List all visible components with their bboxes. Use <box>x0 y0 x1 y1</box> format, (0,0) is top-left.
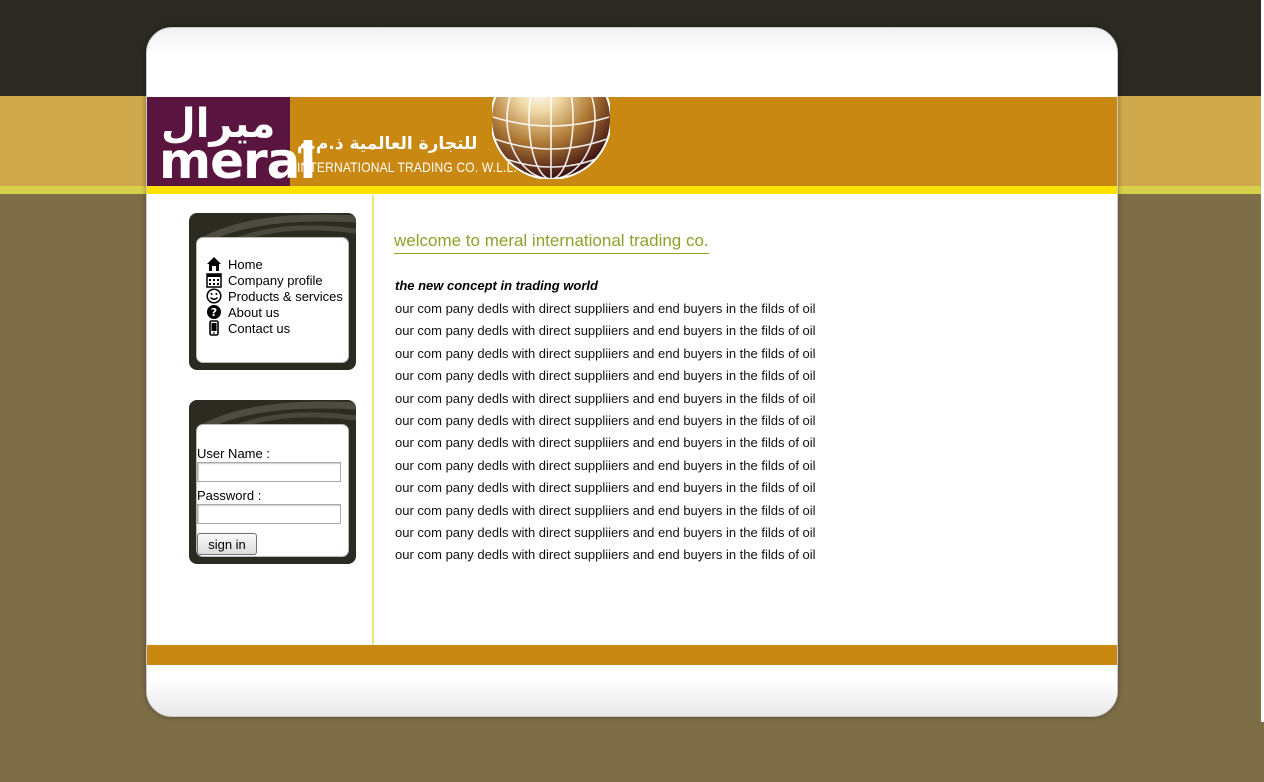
container-bottom <box>147 665 1117 716</box>
column-divider <box>372 195 374 645</box>
body-line: our com pany dedls with direct suppliier… <box>395 323 816 339</box>
svg-text:?: ? <box>211 306 217 319</box>
login-form: User Name : Password : sign in <box>197 446 342 555</box>
body-line: our com pany dedls with direct suppliier… <box>395 412 816 428</box>
body-line: our com pany dedls with direct suppliier… <box>395 480 816 496</box>
username-input[interactable] <box>197 462 341 482</box>
body-line: our com pany dedls with direct suppliier… <box>395 390 816 406</box>
logo-english-text: meral <box>159 132 317 190</box>
password-input[interactable] <box>197 504 341 524</box>
page-title: welcome to meral international trading c… <box>394 231 709 254</box>
question-icon: ? <box>206 304 222 320</box>
tagline: the new concept in trading world <box>395 278 598 293</box>
nav-item-company-profile[interactable]: Company profile <box>206 272 343 288</box>
body-line: our com pany dedls with direct suppliier… <box>395 502 816 518</box>
header-underline <box>147 186 1117 194</box>
main-navigation: Home Company profile Products & services… <box>206 256 343 336</box>
body-line: our com pany dedls with direct suppliier… <box>395 435 816 451</box>
phone-icon <box>206 320 222 336</box>
footer-band <box>147 645 1117 665</box>
nav-item-label: About us <box>228 304 280 320</box>
nav-item-label: Home <box>228 256 263 272</box>
nav-item-label: Contact us <box>228 320 291 336</box>
company-name-arabic: للتجارة العالمية ذ.م.م <box>297 134 478 154</box>
container-top <box>147 28 1117 97</box>
nav-item-contact-us[interactable]: Contact us <box>206 320 343 336</box>
globe-icon <box>492 97 610 179</box>
home-icon <box>206 256 222 272</box>
body-line: our com pany dedls with direct suppliier… <box>395 457 816 473</box>
password-label: Password : <box>197 488 262 503</box>
body-line: our com pany dedls with direct suppliier… <box>395 368 816 384</box>
calendar-icon <box>206 272 222 288</box>
username-label: User Name : <box>197 446 270 461</box>
body-line: our com pany dedls with direct suppliier… <box>395 345 816 361</box>
nav-item-about-us[interactable]: ? About us <box>206 304 343 320</box>
nav-item-home[interactable]: Home <box>206 256 343 272</box>
smiley-icon <box>206 288 222 304</box>
body-line: our com pany dedls with direct suppliier… <box>395 547 816 563</box>
sign-in-button[interactable]: sign in <box>197 533 257 555</box>
body-line: our com pany dedls with direct suppliier… <box>395 301 816 316</box>
site-container: ميرال meral للتجارة العالمية ذ.م.م INTER… <box>146 27 1118 717</box>
company-name-english: INTERNATIONAL TRADING CO. W.L.L. <box>297 159 518 175</box>
body-text: our com pany dedls with direct suppliier… <box>395 300 816 569</box>
body-line: our com pany dedls with direct suppliier… <box>395 524 816 540</box>
nav-item-label: Products & services <box>228 288 343 304</box>
nav-item-products-services[interactable]: Products & services <box>206 288 343 304</box>
nav-item-label: Company profile <box>228 272 323 288</box>
